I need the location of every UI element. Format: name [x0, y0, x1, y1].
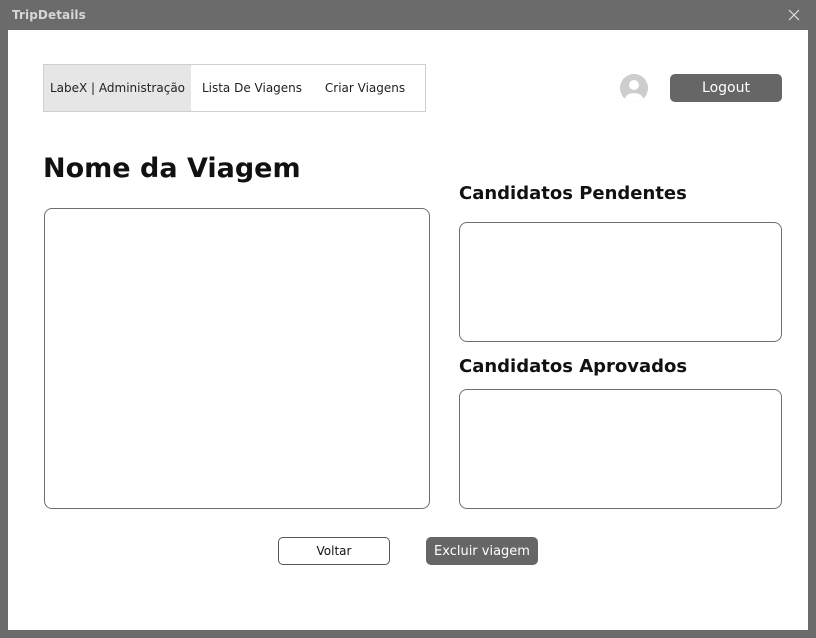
approved-candidates-title: Candidatos Aprovados [459, 356, 688, 377]
user-avatar-icon[interactable] [620, 74, 648, 102]
pending-candidates-list [459, 222, 782, 342]
nav-item-trip-list[interactable]: Lista De Viagens [191, 65, 313, 111]
nav-item-create-trip[interactable]: Criar Viagens [313, 65, 417, 111]
title-bar: TripDetails [0, 0, 816, 30]
pending-candidates-title: Candidatos Pendentes [459, 183, 687, 204]
logout-button[interactable]: Logout [670, 74, 782, 102]
window-title: TripDetails [12, 8, 86, 22]
trip-details-panel [44, 208, 430, 509]
main-nav: LabeX | Administração Lista De Viagens C… [43, 64, 426, 112]
approved-candidates-list [459, 389, 782, 509]
window-frame: TripDetails LabeX | Administração Lista … [0, 0, 816, 638]
close-icon[interactable] [786, 6, 802, 24]
nav-item-admin[interactable]: LabeX | Administração [44, 65, 191, 111]
trip-name-title: Nome da Viagem [43, 153, 301, 184]
back-button[interactable]: Voltar [278, 537, 390, 565]
delete-trip-button[interactable]: Excluir viagem [426, 537, 538, 565]
window-content: LabeX | Administração Lista De Viagens C… [8, 30, 808, 630]
